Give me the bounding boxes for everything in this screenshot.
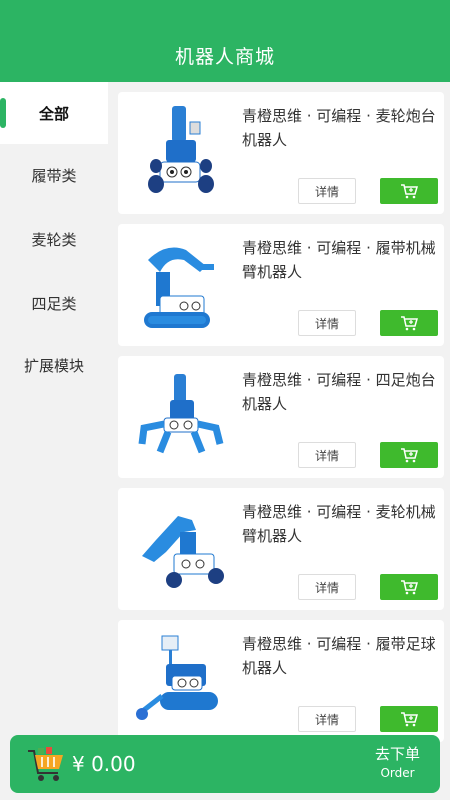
cart-bar: ¥ 0.00 去下单 Order: [10, 735, 440, 793]
category-sidebar: 全部 履带类 麦轮类 四足类 扩展模块: [0, 82, 108, 800]
sidebar-item-quadruped[interactable]: 四足类: [0, 272, 108, 334]
cart-icon: [401, 712, 418, 727]
cart-total: ¥ 0.00: [72, 752, 136, 776]
active-indicator: [0, 98, 6, 128]
cart-icon: [401, 316, 418, 331]
add-to-cart-button[interactable]: [380, 310, 438, 336]
sidebar-item-label: 全部: [38, 104, 69, 123]
sidebar-item-mecanum[interactable]: 麦轮类: [0, 208, 108, 270]
cart-icon: [401, 448, 418, 463]
product-card[interactable]: 青橙思维 · 可编程 · 履带足球机器人 详情: [118, 620, 444, 742]
app-header: 机器人商城: [0, 0, 450, 82]
add-to-cart-button[interactable]: [380, 178, 438, 204]
sidebar-item-label: 四足类: [31, 294, 77, 313]
sidebar-item-label: 麦轮类: [31, 230, 77, 249]
detail-button[interactable]: 详情: [298, 706, 356, 732]
detail-button[interactable]: 详情: [298, 442, 356, 468]
product-name[interactable]: 青橙思维 · 可编程 · 麦轮机械臂机器人: [242, 500, 438, 548]
sidebar-item-label: 扩展模块: [23, 356, 84, 375]
add-to-cart-button[interactable]: [380, 574, 438, 600]
add-to-cart-button[interactable]: [380, 706, 438, 732]
sidebar-item-all[interactable]: 全部: [0, 82, 108, 144]
sidebar-item-extensions[interactable]: 扩展模块: [0, 334, 108, 396]
cart-icon: [401, 580, 418, 595]
product-card[interactable]: 青橙思维 · 可编程 · 麦轮炮台机器人 详情: [118, 92, 444, 214]
product-name[interactable]: 青橙思维 · 可编程 · 履带机械臂机器人: [242, 236, 438, 284]
page-title: 机器人商城: [174, 46, 275, 68]
sidebar-item-label: 履带类: [31, 166, 77, 185]
add-to-cart-button[interactable]: [380, 442, 438, 468]
robot-track-arm-image: [144, 247, 214, 328]
sidebar-item-tracked[interactable]: 履带类: [0, 144, 108, 206]
robot-track-soccer-image: [136, 635, 218, 720]
detail-button[interactable]: 详情: [298, 574, 356, 600]
order-label-en: Order: [380, 766, 415, 780]
product-name[interactable]: 青橙思维 · 可编程 · 麦轮炮台机器人: [242, 104, 438, 152]
cart-icon: [401, 184, 418, 199]
product-card[interactable]: 青橙思维 · 可编程 · 四足炮台机器人 详情: [118, 356, 444, 478]
robot-wheel-arm-image: [142, 516, 224, 588]
place-order-button[interactable]: 去下单 Order: [375, 743, 420, 780]
robot-legged-turret-image: [138, 374, 224, 454]
detail-button[interactable]: 详情: [298, 310, 356, 336]
product-name[interactable]: 青橙思维 · 可编程 · 履带足球机器人: [242, 632, 438, 680]
basket-icon[interactable]: [26, 745, 66, 783]
product-card[interactable]: 青橙思维 · 可编程 · 麦轮机械臂机器人 详情: [118, 488, 444, 610]
order-label-cn: 去下单: [374, 745, 420, 763]
detail-button[interactable]: 详情: [298, 178, 356, 204]
product-card[interactable]: 青橙思维 · 可编程 · 履带机械臂机器人 详情: [118, 224, 444, 346]
product-name[interactable]: 青橙思维 · 可编程 · 四足炮台机器人: [242, 368, 438, 416]
product-list: 青橙思维 · 可编程 · 麦轮炮台机器人 详情 青橙思维 · 可编程 · 履带机…: [108, 82, 450, 800]
robot-wheel-turret-image: [148, 106, 214, 193]
